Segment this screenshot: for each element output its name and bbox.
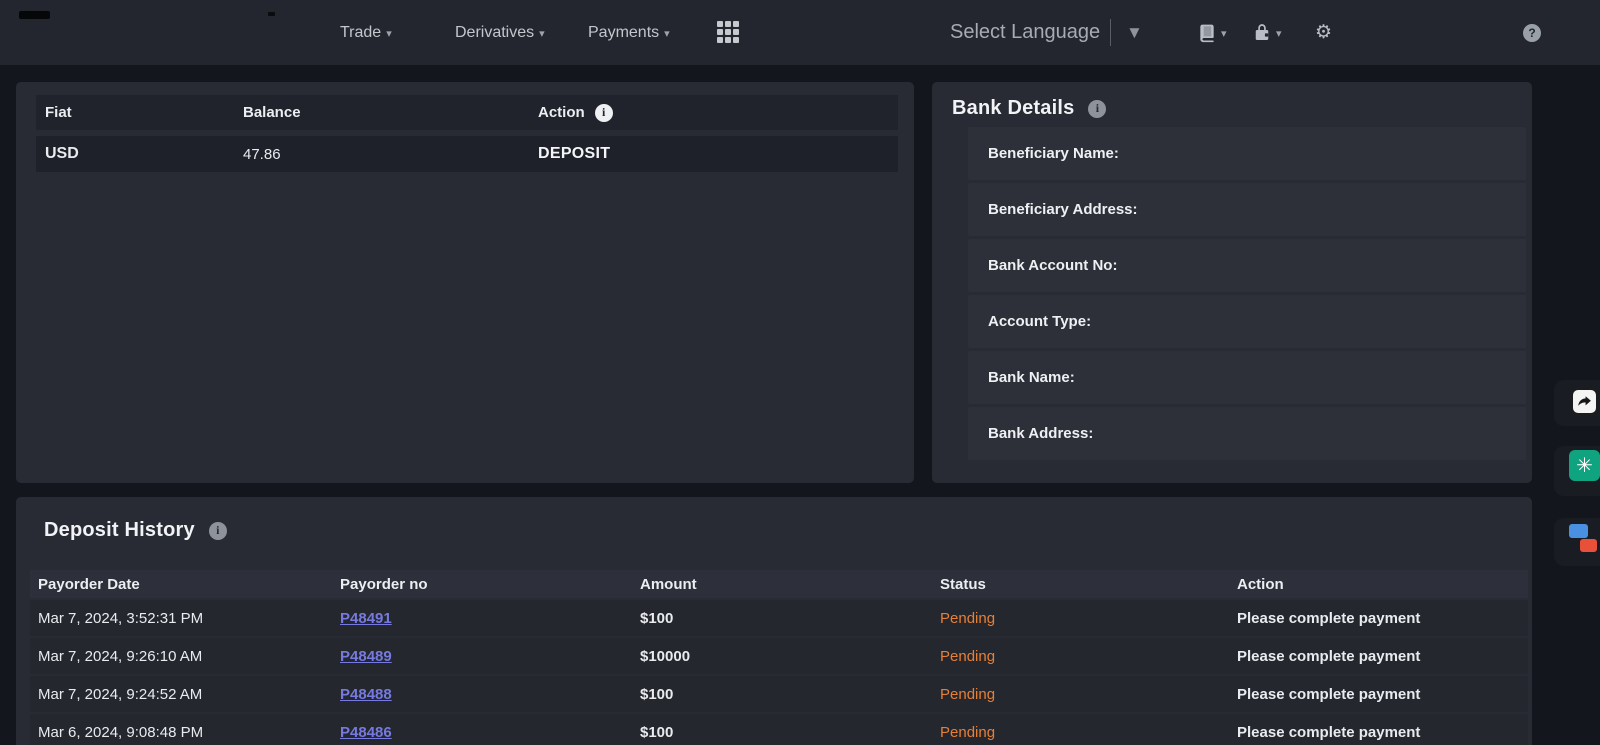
book-icon xyxy=(1197,23,1217,43)
deposit-table-header: Payorder DatePayorder noAmountStatusActi… xyxy=(30,570,1528,598)
bank-detail-field: Account Type: xyxy=(968,295,1526,348)
amount-cell: $100 xyxy=(632,686,932,703)
bank-details-panel: Bank Details i Beneficiary Name:Benefici… xyxy=(932,82,1532,483)
amount-cell: $100 xyxy=(632,724,932,741)
nav-menu-trade-label: Trade xyxy=(340,24,381,42)
chat-extension-button[interactable] xyxy=(1569,524,1597,552)
apps-grid-icon[interactable] xyxy=(717,21,741,45)
payorder-no-cell: P48491 xyxy=(332,610,632,627)
chatgpt-icon: ✳ xyxy=(1576,453,1593,478)
bank-detail-label: Beneficiary Name: xyxy=(988,145,1119,162)
deposit-button[interactable]: DEPOSIT xyxy=(538,145,610,163)
action-message: Please complete payment xyxy=(1229,686,1528,703)
action-message: Please complete payment xyxy=(1229,610,1528,627)
status-badge: Pending xyxy=(932,724,1229,741)
help-icon: ? xyxy=(1523,24,1541,42)
action-col-header-label: Action xyxy=(538,104,585,121)
fiat-currency: USD xyxy=(36,145,234,163)
gear-icon: ⚙ xyxy=(1315,23,1332,42)
bank-detail-field: Bank Name: xyxy=(968,351,1526,404)
history-col-header: Status xyxy=(932,576,1229,593)
payorder-no-cell: P48489 xyxy=(332,648,632,665)
bank-detail-field: Bank Address: xyxy=(968,407,1526,460)
info-icon[interactable]: i xyxy=(595,104,613,122)
bank-details-title: Bank Details xyxy=(952,97,1074,120)
payorder-date: Mar 6, 2024, 9:08:48 PM xyxy=(30,724,332,741)
payorder-date: Mar 7, 2024, 3:52:31 PM xyxy=(30,610,332,627)
table-row: Mar 7, 2024, 3:52:31 PM P48491 $100Pending… xyxy=(30,600,1528,636)
payorder-link[interactable]: P48489 xyxy=(340,648,392,665)
chevron-down-icon: ▾ xyxy=(539,27,545,40)
history-col-header: Amount xyxy=(632,576,932,593)
payorder-link[interactable]: P48491 xyxy=(340,610,392,627)
nav-menu-payments-label: Payments xyxy=(588,24,659,42)
settings-button[interactable]: ⚙ xyxy=(1315,0,1332,65)
payorder-link[interactable]: P48486 xyxy=(340,724,392,741)
top-navbar: Trade ▾ Derivatives ▾ Payments ▾ Select … xyxy=(0,0,1600,65)
chat-bubble-blue-icon xyxy=(1569,524,1588,538)
chevron-down-icon: ▾ xyxy=(1221,27,1227,40)
table-row: Mar 7, 2024, 9:24:52 AM P48488 $100Pending… xyxy=(30,676,1528,712)
info-icon[interactable]: i xyxy=(209,522,227,540)
nav-menu-derivatives[interactable]: Derivatives ▾ xyxy=(455,0,545,65)
fiat-balance: 47.86 xyxy=(234,146,529,163)
share-arrow-icon xyxy=(1576,393,1593,410)
bank-detail-label: Bank Account No: xyxy=(988,257,1117,274)
deposit-history-panel: Deposit History i Payorder DatePayorder … xyxy=(16,497,1532,745)
deposit-history-title: Deposit History xyxy=(44,519,195,542)
chatgpt-extension-button[interactable]: ✳ xyxy=(1569,450,1600,481)
table-row: Mar 6, 2024, 9:08:48 PM P48486 $100Pending… xyxy=(30,714,1528,745)
info-icon[interactable]: i xyxy=(1088,100,1106,118)
history-col-header: Payorder no xyxy=(332,576,632,593)
bank-detail-label: Bank Address: xyxy=(988,425,1093,442)
logo[interactable] xyxy=(19,11,50,19)
status-badge: Pending xyxy=(932,648,1229,665)
bank-detail-field: Beneficiary Name: xyxy=(968,127,1526,180)
bank-detail-label: Account Type: xyxy=(988,313,1091,330)
balance-col-header: Balance xyxy=(234,104,529,121)
chat-bubble-red-icon xyxy=(1580,539,1597,552)
deposit-table-body: Mar 7, 2024, 3:52:31 PMP48491$100Pending… xyxy=(30,598,1528,745)
status-badge: Pending xyxy=(932,610,1229,627)
wallet-lock-icon xyxy=(1252,22,1272,43)
chevron-down-icon: ▾ xyxy=(664,27,670,40)
chevron-down-icon: ▾ xyxy=(386,27,392,40)
share-extension-button[interactable] xyxy=(1571,388,1598,415)
bank-detail-field: Beneficiary Address: xyxy=(968,183,1526,236)
payorder-no-cell: P48488 xyxy=(332,686,632,703)
fiat-balance-panel: Fiat Balance Action i USD 47.86 DEPOSIT xyxy=(16,82,914,483)
language-selector[interactable]: Select Language xyxy=(950,0,1100,65)
action-message: Please complete payment xyxy=(1229,724,1528,741)
orders-book-button[interactable]: ▾ xyxy=(1197,0,1227,65)
payorder-link[interactable]: P48488 xyxy=(340,686,392,703)
payorder-date: Mar 7, 2024, 9:24:52 AM xyxy=(30,686,332,703)
action-col-header: Action i xyxy=(529,104,898,122)
wallet-lock-button[interactable]: ▾ xyxy=(1252,0,1282,65)
nav-menu-payments[interactable]: Payments ▾ xyxy=(588,0,670,65)
payorder-no-cell: P48486 xyxy=(332,724,632,741)
bank-fields: Beneficiary Name: Beneficiary Address: Ban… xyxy=(968,127,1526,460)
history-col-header: Action xyxy=(1229,576,1528,593)
bank-detail-field: Bank Account No: xyxy=(968,239,1526,292)
history-col-header: Payorder Date xyxy=(30,576,332,593)
logo-mark xyxy=(268,12,275,16)
payorder-date: Mar 7, 2024, 9:26:10 AM xyxy=(30,648,332,665)
table-row: Mar 7, 2024, 9:26:10 AM P48489 $10000Pendi… xyxy=(30,638,1528,674)
status-badge: Pending xyxy=(932,686,1229,703)
nav-menu-trade[interactable]: Trade ▾ xyxy=(340,0,392,65)
table-row: USD 47.86 DEPOSIT xyxy=(36,136,898,172)
nav-menu-derivatives-label: Derivatives xyxy=(455,24,534,42)
divider xyxy=(1110,19,1111,46)
language-dropdown-icon[interactable]: ▼ xyxy=(1126,0,1143,65)
amount-cell: $100 xyxy=(632,610,932,627)
amount-cell: $10000 xyxy=(632,648,932,665)
bank-detail-label: Beneficiary Address: xyxy=(988,201,1138,218)
fiat-col-header: Fiat xyxy=(36,104,234,121)
bank-detail-label: Bank Name: xyxy=(988,369,1075,386)
action-message: Please complete payment xyxy=(1229,648,1528,665)
fiat-table-header: Fiat Balance Action i xyxy=(36,95,898,130)
help-button[interactable]: ? xyxy=(1523,0,1541,65)
chevron-down-icon: ▾ xyxy=(1276,27,1282,40)
